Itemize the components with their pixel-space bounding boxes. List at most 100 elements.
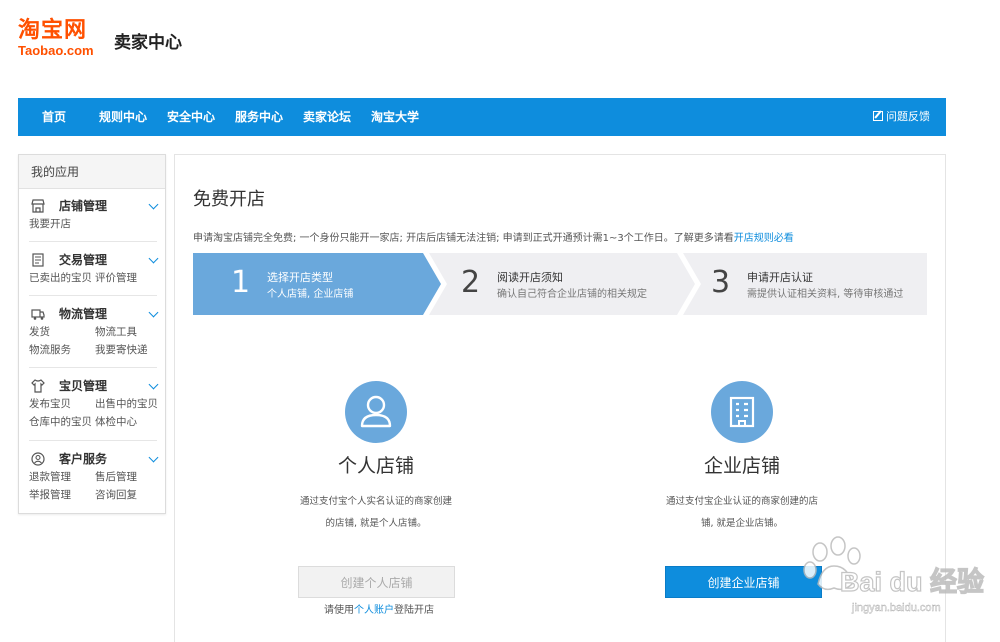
sidebar-group-header[interactable]: 交易管理 bbox=[29, 251, 159, 269]
step-2: 2 阅读开店须知 确认自己符合企业店铺的相关规定 bbox=[447, 253, 677, 315]
sidebar-group-header[interactable]: 宝贝管理 bbox=[29, 377, 159, 395]
step-1: 1 选择开店类型 个人店铺, 企业店铺 bbox=[193, 253, 423, 315]
hint-pre: 请使用 bbox=[324, 605, 354, 616]
truck-icon bbox=[31, 309, 45, 320]
nav-taobao-university[interactable]: 淘宝大学 bbox=[371, 98, 419, 136]
step-3: 3 申请开店认证 需提供认证相关资料, 等待审核通过 bbox=[701, 253, 927, 315]
feedback-label: 问题反馈 bbox=[886, 110, 930, 123]
step-number: 3 bbox=[711, 265, 731, 300]
sidebar-link[interactable]: 发布宝贝 bbox=[29, 395, 95, 413]
chevron-down-icon[interactable] bbox=[148, 307, 159, 318]
chevron-down-icon[interactable] bbox=[148, 199, 159, 210]
sidebar-links: 退款管理 售后管理举报管理 咨询回复 bbox=[29, 468, 157, 504]
notice-body: 申请淘宝店铺完全免费; 一个身份只能开一家店; 开店后店铺无法注销; 申请到正式… bbox=[193, 233, 734, 244]
personal-store-icon bbox=[345, 381, 407, 443]
chevron-down-icon[interactable] bbox=[148, 452, 159, 463]
document-icon bbox=[32, 253, 44, 267]
step-progress: 1 选择开店类型 个人店铺, 企业店铺 2 阅读开店须知 确认自己符合企业店铺的… bbox=[193, 253, 927, 315]
step-title: 阅读开店须知 bbox=[497, 271, 563, 284]
step-subtitle: 个人店铺, 企业店铺 bbox=[267, 289, 354, 300]
nav-rules-center[interactable]: 规则中心 bbox=[99, 98, 147, 136]
watermark-url: jingyan.baidu.com bbox=[852, 602, 941, 614]
enterprise-store-desc: 通过支付宝企业认证的商家创建的店 铺, 就是企业店铺。 bbox=[642, 491, 842, 535]
sidebar-link[interactable]: 售后管理 bbox=[95, 468, 157, 486]
sidebar-group-goods: 宝贝管理 发布宝贝 出售中的宝贝仓库中的宝贝 体检中心 bbox=[29, 367, 159, 431]
baidu-watermark: Bai du 经验 jingyan.baidu.com bbox=[800, 534, 986, 630]
personal-store-title: 个人店铺 bbox=[337, 455, 414, 477]
sidebar-link[interactable]: 我要开店 bbox=[29, 215, 95, 233]
sidebar-link[interactable]: 仓库中的宝贝 bbox=[29, 413, 95, 431]
nav-seller-forum[interactable]: 卖家论坛 bbox=[303, 98, 351, 136]
logo-en: Taobao.com bbox=[18, 43, 94, 58]
desc-line: 通过支付宝个人实名认证的商家创建 bbox=[299, 496, 452, 507]
desc-line: 通过支付宝企业认证的商家创建的店 bbox=[665, 496, 818, 507]
sidebar-link[interactable]: 物流工具 bbox=[95, 323, 157, 341]
sidebar: 我的应用 店铺管理 我要开店 交易管理 已卖出的宝贝 评价管理 物流管理 发货 … bbox=[18, 154, 166, 514]
sidebar-links: 我要开店 bbox=[29, 215, 157, 233]
building-icon bbox=[729, 396, 755, 428]
nav-service-center[interactable]: 服务中心 bbox=[235, 98, 283, 136]
rules-link[interactable]: 开店规则必看 bbox=[734, 233, 794, 244]
sidebar-group-header[interactable]: 店铺管理 bbox=[29, 197, 159, 215]
sidebar-link[interactable]: 发货 bbox=[29, 323, 95, 341]
create-enterprise-store-button[interactable]: 创建企业店铺 bbox=[665, 566, 822, 598]
watermark-text: Bai du 经验 bbox=[839, 566, 985, 597]
sidebar-links: 已卖出的宝贝 评价管理 bbox=[29, 269, 157, 287]
chevron-down-icon[interactable] bbox=[148, 379, 159, 390]
enterprise-store-title: 企业店铺 bbox=[703, 455, 780, 477]
taobao-logo[interactable]: 淘宝网 Taobao.com bbox=[18, 18, 110, 60]
sidebar-group-label: 物流管理 bbox=[59, 307, 108, 321]
sidebar-group-label: 店铺管理 bbox=[59, 199, 108, 213]
chevron-down-icon[interactable] bbox=[148, 253, 159, 264]
personal-account-link[interactable]: 个人账户 bbox=[354, 605, 394, 616]
hint-post: 登陆开店 bbox=[394, 605, 434, 616]
enterprise-store-icon bbox=[711, 381, 773, 443]
step-subtitle: 需提供认证相关资料, 等待审核通过 bbox=[747, 289, 904, 300]
shirt-icon bbox=[31, 379, 45, 393]
nav-home[interactable]: 首页 bbox=[42, 98, 66, 136]
page-header-title: 卖家中心 bbox=[114, 33, 182, 53]
sidebar-group-label: 客户服务 bbox=[59, 452, 108, 466]
person-icon bbox=[360, 395, 392, 428]
sidebar-link[interactable]: 出售中的宝贝 bbox=[95, 395, 158, 413]
sidebar-group-header[interactable]: 客户服务 bbox=[29, 450, 159, 468]
personal-store-desc: 通过支付宝个人实名认证的商家创建 的店铺, 就是个人店铺。 bbox=[276, 491, 476, 535]
sidebar-link[interactable]: 咨询回复 bbox=[95, 486, 157, 504]
sidebar-link[interactable]: 已卖出的宝贝 bbox=[29, 269, 95, 287]
step-number: 2 bbox=[461, 265, 481, 300]
page: 淘宝网 Taobao.com 卖家中心 首页 规则中心 安全中心 服务中心 卖家… bbox=[0, 0, 1000, 642]
create-personal-store-button[interactable]: 创建个人店铺 bbox=[298, 566, 455, 598]
step-subtitle: 确认自己符合企业店铺的相关规定 bbox=[497, 289, 647, 300]
page-title: 免费开店 bbox=[193, 189, 265, 210]
top-nav: 首页 规则中心 安全中心 服务中心 卖家论坛 淘宝大学 问题反馈 bbox=[18, 98, 946, 136]
feedback-link[interactable]: 问题反馈 bbox=[873, 98, 930, 136]
sidebar-group-label: 交易管理 bbox=[59, 253, 108, 267]
edit-icon bbox=[873, 111, 883, 121]
logo-cn: 淘宝网 bbox=[18, 18, 88, 43]
sidebar-links: 发货 物流工具物流服务 我要寄快递 bbox=[29, 323, 157, 359]
step-title: 申请开店认证 bbox=[747, 271, 813, 284]
sidebar-link[interactable]: 物流服务 bbox=[29, 341, 95, 359]
sidebar-links: 发布宝贝 出售中的宝贝仓库中的宝贝 体检中心 bbox=[29, 395, 158, 431]
sidebar-group-label: 宝贝管理 bbox=[59, 379, 108, 393]
sidebar-group-store: 店铺管理 我要开店 bbox=[29, 197, 159, 233]
desc-line: 的店铺, 就是个人店铺。 bbox=[325, 518, 427, 529]
sidebar-link[interactable]: 我要寄快递 bbox=[95, 341, 157, 359]
sidebar-link[interactable]: 体检中心 bbox=[95, 413, 157, 431]
user-icon bbox=[31, 452, 45, 466]
sidebar-link[interactable]: 评价管理 bbox=[95, 269, 157, 287]
step-title: 选择开店类型 bbox=[267, 271, 333, 284]
sidebar-group-customer: 客户服务 退款管理 售后管理举报管理 咨询回复 bbox=[29, 440, 159, 504]
desc-line: 铺, 就是企业店铺。 bbox=[700, 518, 784, 529]
step-number: 1 bbox=[231, 265, 251, 300]
sidebar-link[interactable]: 退款管理 bbox=[29, 468, 95, 486]
sidebar-group-header[interactable]: 物流管理 bbox=[29, 305, 159, 323]
sidebar-link[interactable]: 举报管理 bbox=[29, 486, 95, 504]
sidebar-group-trade: 交易管理 已卖出的宝贝 评价管理 bbox=[29, 241, 159, 287]
sidebar-title: 我的应用 bbox=[19, 155, 165, 189]
personal-store-hint: 请使用个人账户登陆开店 bbox=[324, 601, 434, 616]
nav-security-center[interactable]: 安全中心 bbox=[167, 98, 215, 136]
store-icon bbox=[31, 199, 45, 213]
notice-text: 申请淘宝店铺完全免费; 一个身份只能开一家店; 开店后店铺无法注销; 申请到正式… bbox=[193, 229, 794, 244]
sidebar-group-logistics: 物流管理 发货 物流工具物流服务 我要寄快递 bbox=[29, 295, 159, 359]
